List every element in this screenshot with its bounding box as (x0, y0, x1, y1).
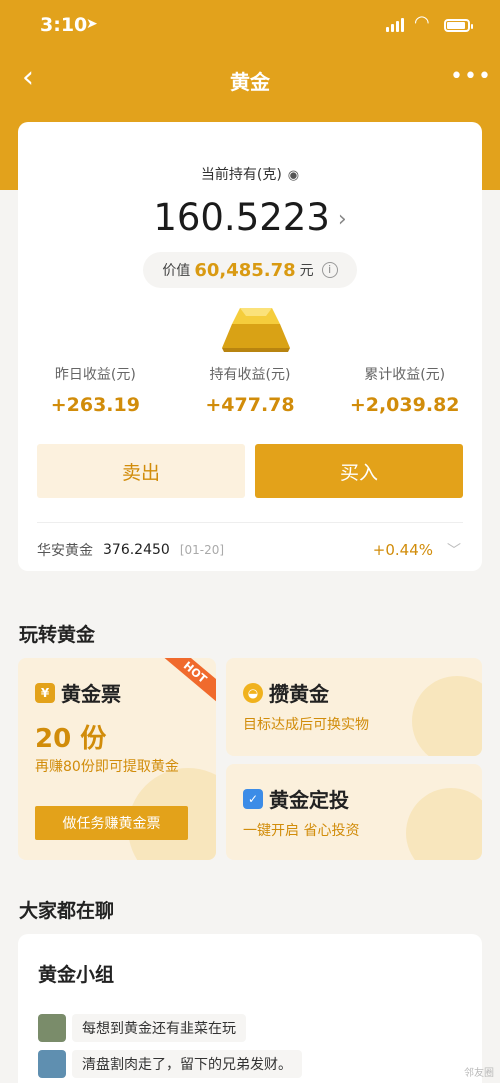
stat-label: 持有收益(元) (209, 367, 291, 383)
gold-ingot-icon: ◒ (243, 682, 263, 703)
fund-price: 376.2450 (103, 542, 170, 558)
play-section-title: 玩转黄金 (19, 624, 96, 646)
stat-value: +263.19 (50, 394, 140, 416)
save-title-row: ◒ 攒黄金 (243, 678, 329, 707)
chat-group-title: 黄金小组 (38, 964, 115, 986)
status-time: 3:10 (40, 14, 88, 36)
fund-quote-row[interactable]: 华安黄金 376.2450 [01-20] +0.44% ﹀ (37, 538, 463, 562)
avatar (38, 1014, 66, 1042)
gold-bar-icon (222, 308, 290, 352)
ticket-title-row: ¥ 黄金票 (35, 678, 121, 707)
stat-yesterday: 昨日收益(元) +263.19 (18, 364, 173, 416)
eye-icon[interactable]: ◉ (288, 168, 299, 183)
ticket-title: 黄金票 (61, 682, 121, 706)
status-bar: 3:10 ➤ ◠ (0, 0, 500, 54)
buy-button[interactable]: 买入 (255, 444, 463, 498)
earn-ticket-button[interactable]: 做任务赚黄金票 (35, 806, 188, 840)
avatar (38, 1050, 66, 1078)
holding-grams-row[interactable]: 160.5223 › (18, 196, 482, 239)
earnings-stats: 昨日收益(元) +263.19 持有收益(元) +477.78 累计收益(元) … (18, 364, 482, 416)
ticket-subtitle: 再赚80份即可提取黄金 (35, 759, 179, 775)
chat-bubble: 清盘割肉走了，留下的兄弟发财。 (72, 1050, 302, 1078)
save-subtitle: 目标达成后可换实物 (243, 717, 369, 733)
decoration (406, 788, 482, 860)
chevron-right-icon: › (337, 207, 347, 232)
stat-total: 累计收益(元) +2,039.82 (327, 364, 482, 416)
chevron-down-icon[interactable]: ﹀ (447, 540, 461, 560)
stat-value: +477.78 (205, 394, 295, 416)
fund-date: [01-20] (179, 543, 225, 557)
holding-label-row: 当前持有(克) ◉ (18, 164, 482, 184)
stat-label: 昨日收益(元) (54, 367, 136, 383)
gold-ticket-tile[interactable]: HOT ¥ 黄金票 20 份 再赚80份即可提取黄金 做任务赚黄金票 (18, 658, 216, 860)
holding-grams: 160.5223 (153, 196, 330, 239)
watermark: 邻友圈 (464, 1068, 494, 1079)
plan-title: 黄金定投 (269, 788, 349, 812)
info-icon[interactable]: i (321, 262, 338, 278)
save-title: 攒黄金 (269, 682, 329, 706)
decoration (412, 676, 482, 756)
fund-name: 华安黄金 (37, 543, 93, 559)
value-label: 价值 (162, 263, 191, 279)
holding-card: 当前持有(克) ◉ 160.5223 › 价值 60,485.78 元 i 昨日收益… (18, 122, 482, 571)
chat-message: 每想到黄金还有韭菜在玩 (38, 1014, 246, 1042)
page-title: 黄金 (230, 70, 270, 94)
holding-value: 60,485.78 (194, 259, 296, 281)
plan-subtitle: 一键开启 省心投资 (243, 823, 360, 839)
ticket-icon: ¥ (35, 682, 55, 703)
plan-title-row: ✓ 黄金定投 (243, 784, 349, 813)
value-unit: 元 (299, 263, 314, 279)
chat-message: 清盘割肉走了，留下的兄弟发财。 (38, 1050, 302, 1078)
battery-icon (444, 19, 473, 32)
gold-plan-tile[interactable]: ✓ 黄金定投 一键开启 省心投资 (226, 764, 482, 860)
fund-change: +0.44% (372, 541, 433, 559)
location-arrow-icon: ➤ (86, 16, 98, 32)
calendar-check-icon: ✓ (243, 788, 263, 809)
hot-badge: HOT (161, 658, 216, 703)
stat-value: +2,039.82 (349, 394, 460, 416)
cellular-signal-icon (386, 18, 404, 32)
stat-holding: 持有收益(元) +477.78 (173, 364, 328, 416)
chat-group-card[interactable]: 黄金小组 每想到黄金还有韭菜在玩 清盘割肉走了，留下的兄弟发财。 (18, 934, 482, 1083)
sell-button[interactable]: 卖出 (37, 444, 245, 498)
wifi-icon: ◠ (414, 12, 430, 33)
save-gold-tile[interactable]: ◒ 攒黄金 目标达成后可换实物 (226, 658, 482, 756)
nav-bar: ‹ 黄金 ••• (0, 58, 500, 102)
chat-section-title: 大家都在聊 (19, 900, 115, 922)
ticket-quantity: 20 份 (35, 724, 107, 754)
holding-label: 当前持有(克) (200, 167, 282, 183)
chat-bubble: 每想到黄金还有韭菜在玩 (72, 1014, 246, 1042)
more-options-button[interactable]: ••• (450, 64, 492, 89)
holding-value-pill: 价值 60,485.78 元 i (143, 252, 357, 288)
divider (37, 522, 463, 523)
stat-label: 累计收益(元) (364, 367, 446, 383)
